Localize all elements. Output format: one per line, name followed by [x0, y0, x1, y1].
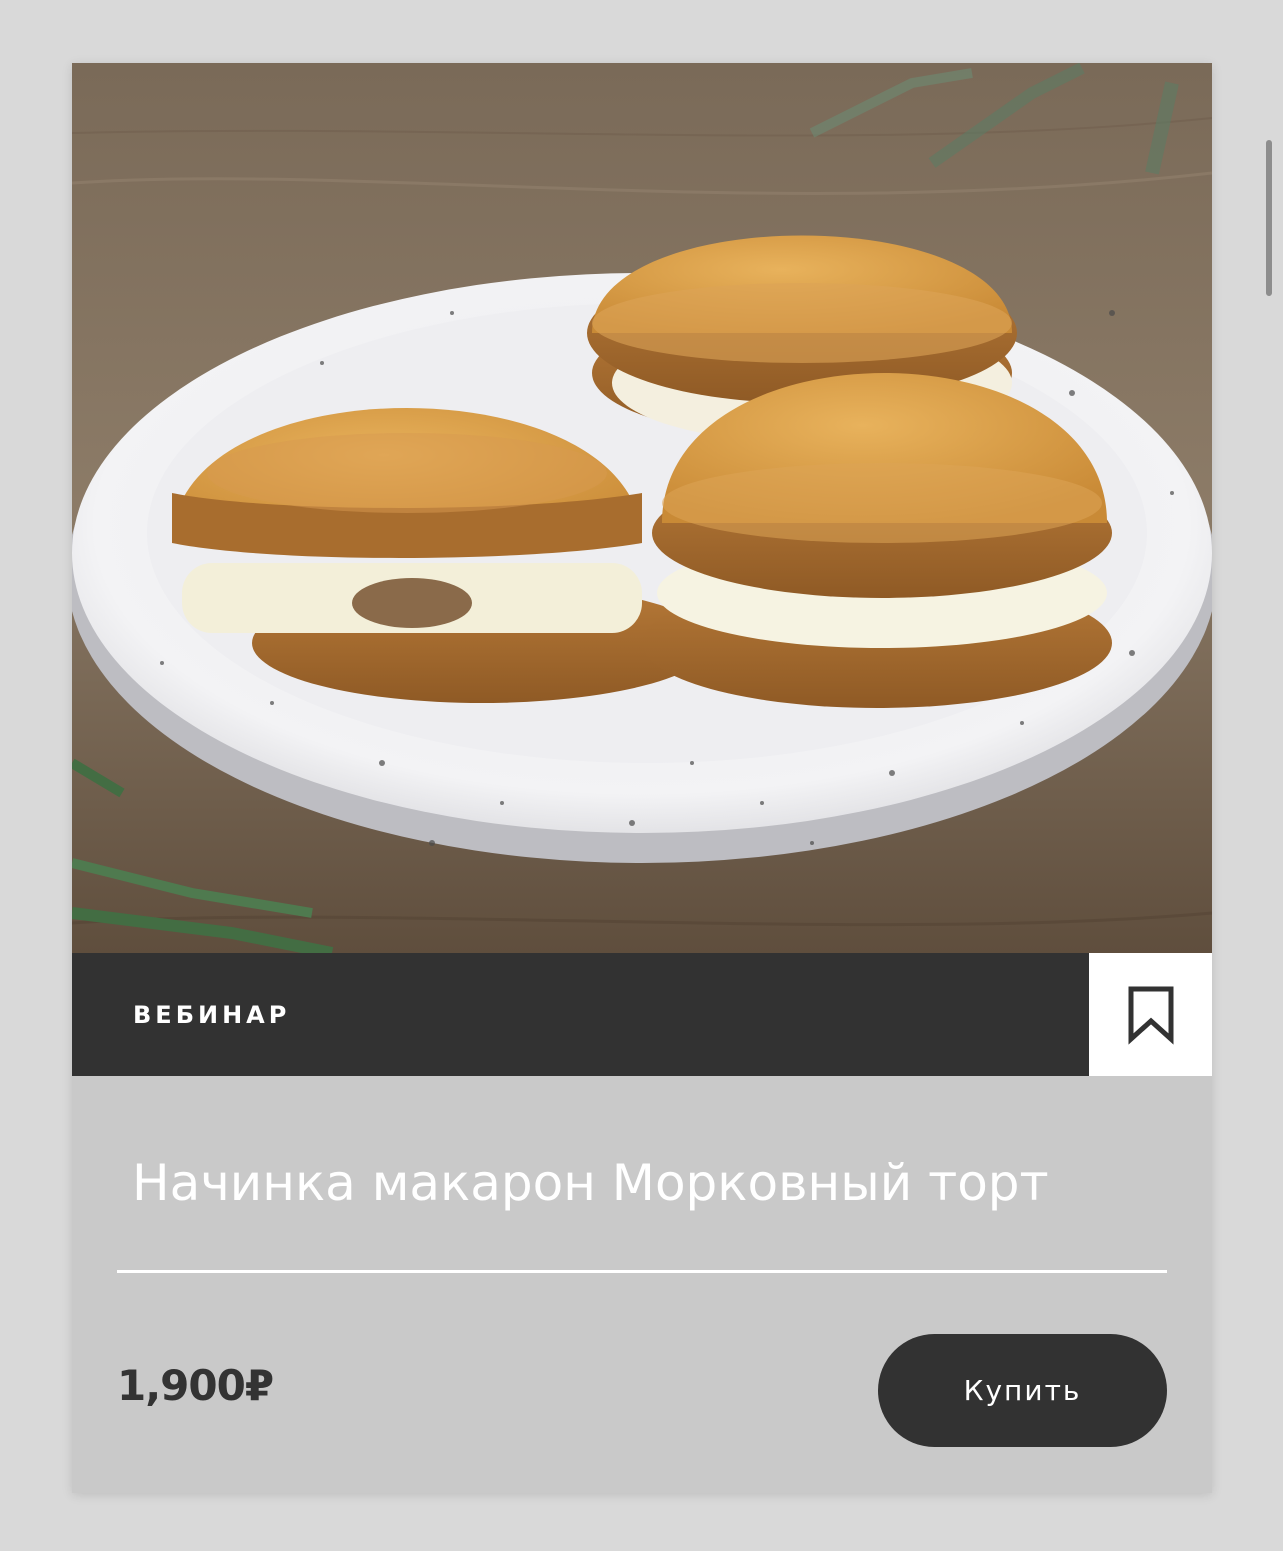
product-image[interactable] [72, 63, 1212, 953]
product-title[interactable]: Начинка макарон Морковный торт [132, 1149, 1152, 1217]
bookmark-button[interactable] [1089, 953, 1212, 1076]
bookmark-icon [1128, 986, 1173, 1045]
divider [117, 1270, 1167, 1273]
category-label: ВЕБИНАР [133, 1000, 291, 1029]
category-bar: ВЕБИНАР [72, 953, 1089, 1076]
buy-button[interactable]: Купить [878, 1334, 1167, 1447]
product-card: ВЕБИНАР Начинка макарон Морковный торт 1… [72, 63, 1212, 1493]
scrollbar[interactable] [1266, 140, 1272, 296]
product-price: 1,900₽ [117, 1361, 274, 1410]
